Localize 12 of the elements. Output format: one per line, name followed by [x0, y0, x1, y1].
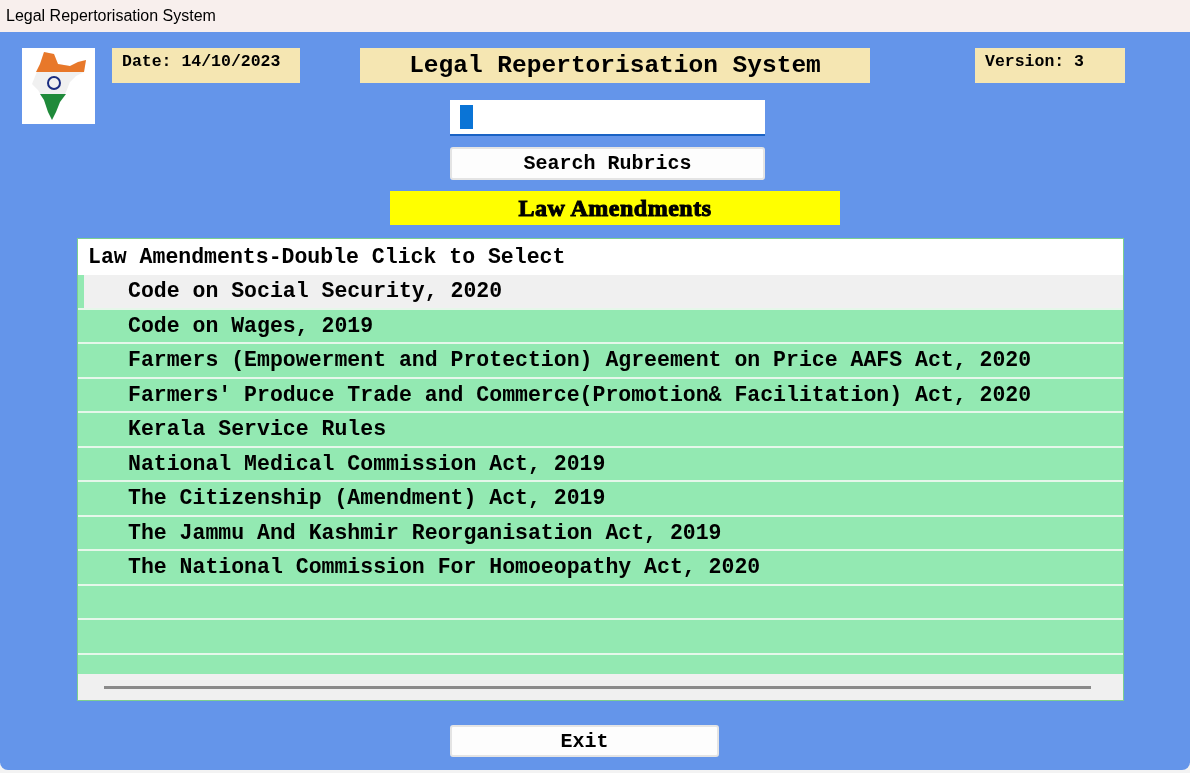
horizontal-scrollbar[interactable]	[78, 674, 1123, 700]
version-label: Version: 3	[975, 48, 1125, 83]
window-title: Legal Repertorisation System	[6, 7, 216, 25]
scrollbar-thumb[interactable]	[104, 685, 1091, 689]
search-field[interactable]	[450, 100, 765, 136]
app-title: Legal Repertorisation System	[360, 48, 870, 83]
exit-button[interactable]: Exit	[450, 725, 719, 757]
date-label: Date: 14/10/2023	[112, 48, 300, 83]
search-rubrics-button[interactable]: Search Rubrics	[450, 147, 765, 180]
list-item[interactable]: Code on Social Security, 2020	[78, 275, 1123, 310]
section-title: Law Amendments	[390, 191, 840, 225]
list-heading: Law Amendments-Double Click to Select	[78, 239, 1123, 275]
